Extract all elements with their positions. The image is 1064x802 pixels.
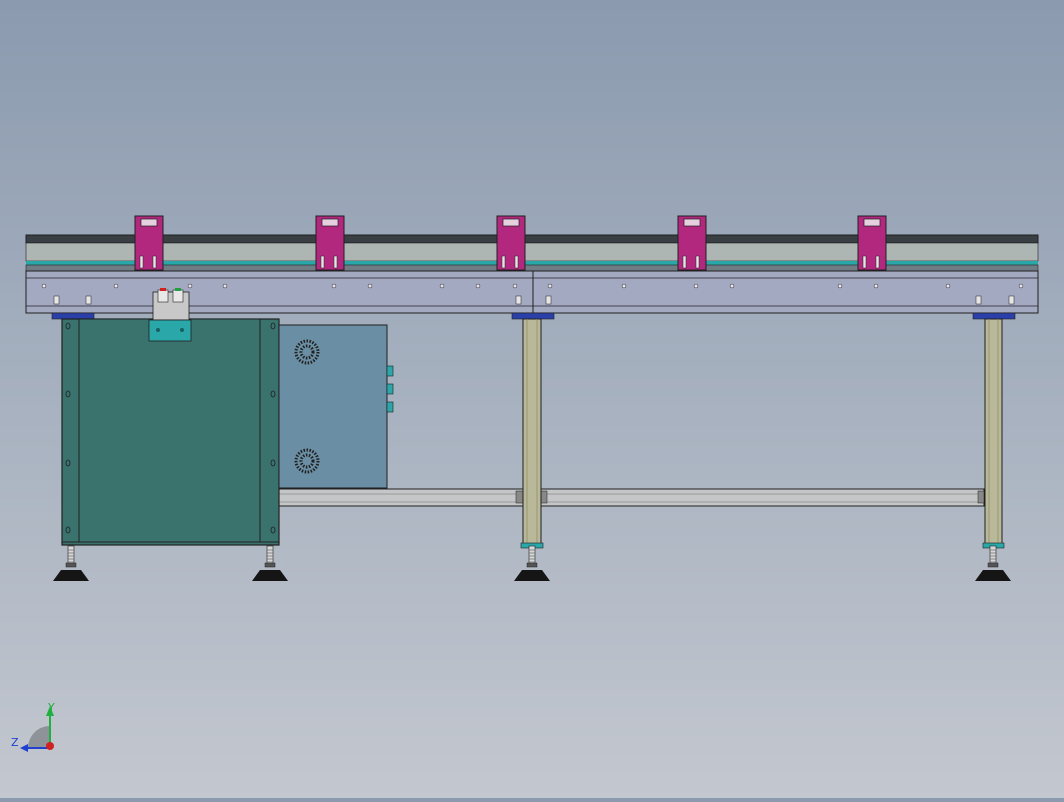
clamp-2 — [315, 215, 345, 271]
leveling-feet — [53, 545, 1011, 581]
foot-1 — [53, 545, 89, 581]
leg-right — [982, 318, 1005, 549]
button-panel — [148, 288, 192, 342]
clamp-4 — [677, 215, 707, 271]
stop-button — [160, 288, 166, 291]
electrical-cabinet — [61, 318, 280, 546]
clamp-5 — [857, 215, 887, 271]
conveyor-drawing: Y Z — [11, 215, 1039, 752]
axis-triad: Y Z — [11, 701, 55, 752]
cad-viewport[interactable]: Y Z — [0, 0, 1064, 798]
foot-4 — [975, 545, 1011, 581]
z-axis-label: Z — [11, 736, 19, 749]
y-axis-label: Y — [47, 701, 55, 714]
foot-2 — [252, 545, 288, 581]
start-button — [175, 288, 181, 291]
leg-middle — [520, 318, 544, 549]
leg-mount-plates — [51, 312, 1016, 320]
clamp-1 — [134, 215, 164, 271]
clamp-3 — [496, 215, 526, 271]
foot-3 — [514, 545, 550, 581]
bottom-crossbar — [277, 488, 985, 507]
control-box — [278, 324, 394, 489]
